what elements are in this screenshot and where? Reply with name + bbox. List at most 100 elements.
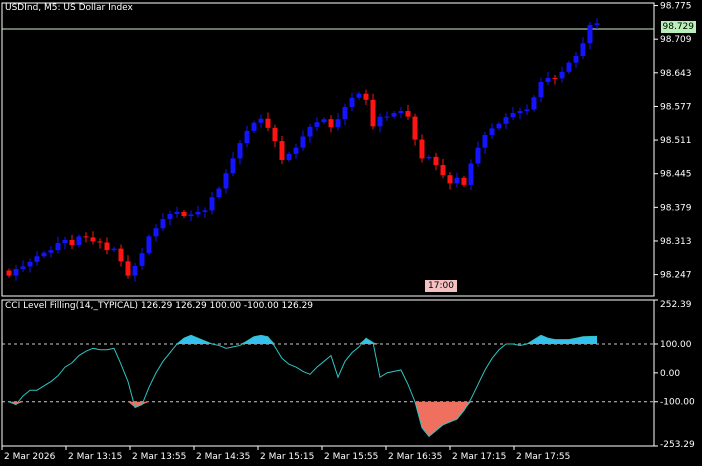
candle-body	[90, 237, 96, 242]
indicator-axis-label: 252.39	[660, 300, 692, 310]
candle-body	[97, 241, 103, 243]
candle-body	[104, 242, 110, 251]
price-axis-label: 98.247	[660, 271, 692, 281]
candle-body	[195, 211, 201, 215]
candle-body	[258, 118, 264, 123]
candle	[27, 258, 33, 273]
candle-body	[580, 43, 586, 56]
candle	[34, 251, 40, 266]
candle	[265, 112, 271, 131]
main-pane-frame	[1, 2, 655, 297]
candle	[419, 134, 425, 163]
candle-body	[27, 261, 33, 267]
candle-body	[314, 122, 320, 127]
price-axis-label: 98.379	[660, 203, 692, 213]
candle-body	[454, 177, 460, 184]
price-axis-label: 98.313	[660, 237, 692, 247]
candle	[538, 77, 544, 103]
candle	[6, 268, 12, 278]
time-axis-label: 2 Mar 14:35	[196, 452, 250, 462]
candle-body	[279, 141, 285, 160]
candle	[223, 169, 229, 194]
candle	[447, 172, 453, 190]
candle	[461, 175, 467, 187]
candle	[13, 264, 19, 281]
candle-body	[524, 109, 530, 112]
candle	[20, 260, 26, 273]
candle-body	[538, 81, 544, 98]
candle-body	[321, 119, 327, 123]
candle	[244, 125, 250, 148]
candle-body	[111, 248, 117, 251]
axes: 98.775 98.709 98.643 98.577 98.511 98.445 98.3…	[1, 2, 695, 462]
candle-body	[132, 265, 138, 276]
candle	[356, 91, 362, 100]
candle	[111, 246, 117, 253]
candle	[594, 18, 600, 29]
candle	[342, 103, 348, 126]
time-axis-label: 2 Mar 13:55	[132, 452, 186, 462]
candle-body	[482, 134, 488, 148]
candle	[237, 140, 243, 165]
candle-body	[587, 24, 593, 44]
cci-indicator	[8, 334, 598, 438]
candle	[272, 124, 278, 148]
candle-body	[503, 117, 509, 124]
price-axis-label: 98.577	[660, 102, 692, 112]
indicator-axis-label: -253.29	[660, 440, 695, 450]
candle-body	[293, 147, 299, 154]
candle	[524, 104, 530, 116]
candle-body	[531, 97, 537, 110]
candle	[552, 74, 558, 85]
candle-body	[139, 253, 145, 266]
candle	[216, 186, 222, 200]
candle	[377, 113, 383, 133]
chart-window: 98.775 98.709 98.643 98.577 98.511 98.445 98.3…	[0, 0, 702, 466]
candle	[160, 212, 166, 232]
price-axis-label: 98.709	[660, 35, 692, 45]
candle-body	[209, 197, 215, 211]
candle-body	[398, 111, 404, 114]
candle-body	[230, 158, 236, 174]
candle	[167, 210, 173, 226]
candle	[517, 107, 523, 120]
candle-body	[125, 261, 131, 276]
candle-body	[335, 119, 341, 128]
candle	[433, 152, 439, 171]
candle	[496, 121, 502, 131]
candle-body	[76, 236, 82, 246]
candle	[153, 224, 159, 242]
candle-body	[20, 266, 26, 269]
candle-body	[13, 268, 19, 276]
candle	[321, 117, 327, 125]
candle	[559, 66, 565, 83]
candle	[41, 250, 47, 259]
candle	[482, 131, 488, 154]
time-marker-label: 17:00	[425, 280, 457, 292]
candle-body	[475, 147, 481, 164]
candle	[132, 262, 138, 282]
time-axis-label: 2 Mar 15:55	[324, 452, 378, 462]
candle	[146, 234, 152, 256]
candle-body	[517, 111, 523, 114]
candle	[258, 114, 264, 128]
candle	[139, 248, 145, 271]
candle	[300, 130, 306, 151]
candle	[230, 152, 236, 177]
candle-body	[265, 118, 271, 128]
candle-body	[510, 113, 516, 118]
candle-body	[377, 116, 383, 127]
indicator-axis-label: 0.00	[660, 369, 680, 379]
candle-body	[41, 252, 47, 257]
candle-body	[356, 93, 362, 98]
candle	[195, 205, 201, 218]
time-axis-label: 2 Mar 2026	[4, 452, 56, 462]
candle	[489, 123, 495, 140]
candle	[440, 158, 446, 179]
price-axis-label: 98.643	[660, 69, 692, 79]
candle-body	[384, 116, 390, 118]
candle-body	[181, 211, 187, 216]
chart-canvas: 98.775 98.709 98.643 98.577 98.511 98.445 98.3…	[1, 2, 695, 462]
candle-body	[307, 126, 313, 137]
candle	[209, 192, 215, 215]
